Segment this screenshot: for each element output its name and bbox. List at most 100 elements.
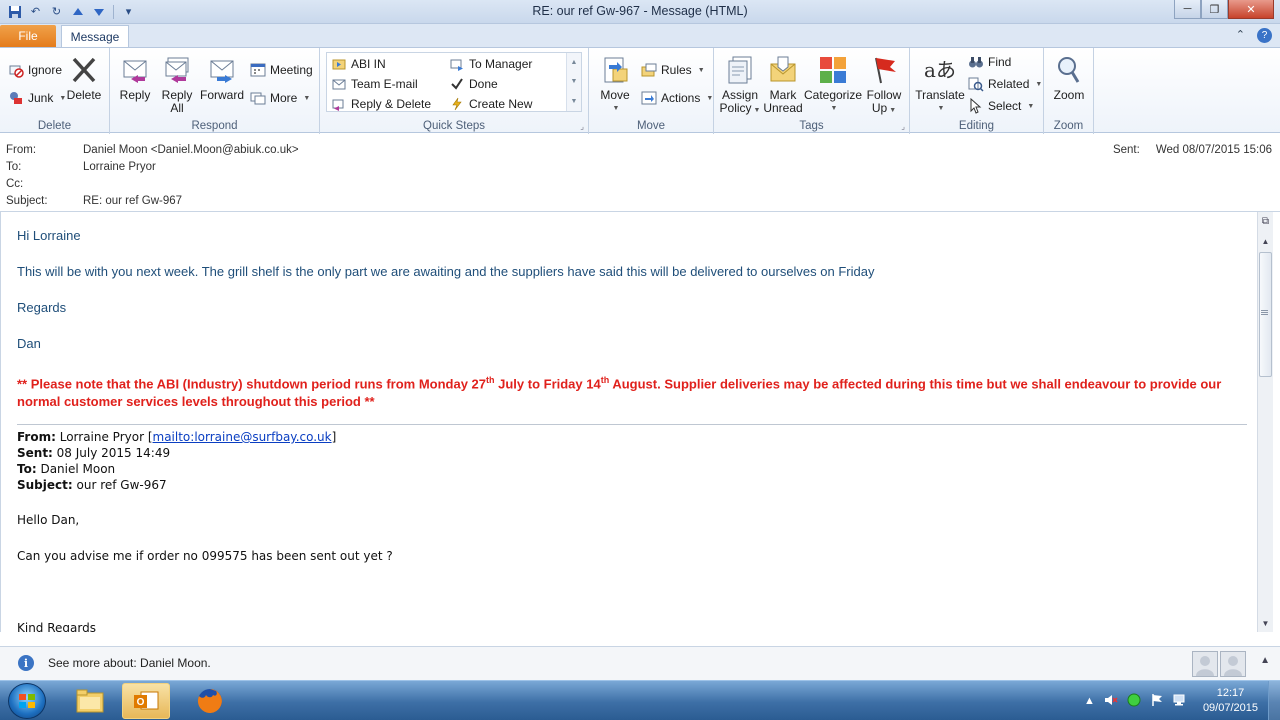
to-row: To: Lorraine Pryor: [6, 161, 156, 173]
meeting-button[interactable]: Meeting: [250, 62, 313, 78]
vertical-scrollbar[interactable]: ⧉ ▲ ▼: [1257, 212, 1273, 632]
to-value[interactable]: Lorraine Pryor: [83, 161, 156, 173]
ribbon: Ignore Junk ▼ Delete Delete Reply Reply …: [0, 47, 1280, 134]
quickstep-reply-delete-label: Reply & Delete: [351, 97, 432, 111]
reply-delete-icon: [331, 96, 347, 112]
quote-divider: [17, 424, 1247, 425]
junk-button[interactable]: Junk ▼: [8, 90, 66, 106]
minimize-ribbon-icon[interactable]: ⌃: [1236, 28, 1245, 43]
lightning-icon: [449, 96, 465, 112]
close-button[interactable]: ✕: [1228, 0, 1274, 19]
volume-muted-icon[interactable]: [1104, 693, 1118, 710]
related-button[interactable]: Related ▼: [968, 76, 1042, 92]
cursor-icon: [968, 98, 984, 114]
outlook-taskbar-button[interactable]: O: [122, 683, 170, 719]
select-button[interactable]: Select ▼: [968, 98, 1034, 114]
mailto-link[interactable]: mailto:lorraine@surfbay.co.uk: [153, 430, 332, 444]
actions-button[interactable]: Actions ▼: [641, 90, 713, 106]
people-pane-text[interactable]: See more about: Daniel Moon.: [48, 656, 211, 670]
ribbon-controls: ⌃ ?: [1236, 28, 1272, 43]
reply-all-button[interactable]: Reply All: [160, 54, 194, 115]
tab-file[interactable]: File: [0, 25, 56, 47]
delete-group: Ignore Junk ▼ Delete Delete: [0, 48, 110, 134]
ribbon-tabs: File Message ⌃ ?: [0, 24, 1280, 48]
assign-policy-button[interactable]: Assign Policy ▼: [718, 54, 762, 117]
translate-button[interactable]: aあ Translate ▼: [914, 54, 966, 115]
scroll-up-icon[interactable]: ▲: [571, 59, 578, 66]
zoom-button[interactable]: Zoom: [1052, 54, 1086, 102]
delete-group-label: Delete: [37, 120, 72, 132]
show-hidden-icons-icon[interactable]: ▲: [1084, 695, 1095, 707]
mark-unread-button[interactable]: Mark Unread: [762, 54, 804, 115]
notice-sup-1: th: [486, 375, 495, 385]
related-icon: [968, 76, 984, 92]
quickstep-to-manager[interactable]: To Manager: [449, 56, 532, 72]
from-row: From: Daniel Moon <Daniel.Moon@abiuk.co.…: [6, 144, 299, 156]
show-desktop-button[interactable]: [1268, 681, 1280, 720]
categorize-button[interactable]: Categorize ▼: [804, 54, 862, 115]
action-center-flag-icon[interactable]: [1150, 693, 1164, 710]
find-button[interactable]: Find: [968, 54, 1011, 70]
delete-button[interactable]: Delete: [66, 54, 102, 102]
avatar[interactable]: [1192, 651, 1218, 677]
minimize-button[interactable]: ─: [1174, 0, 1201, 19]
message-options-icon[interactable]: ⧉: [1258, 214, 1273, 229]
move-group-label: Move: [636, 120, 666, 132]
clock[interactable]: 12:17 09/07/2015: [1203, 686, 1258, 716]
notice-sup-2: th: [600, 375, 610, 385]
sent-row: Sent: Wed 08/07/2015 15:06: [1113, 144, 1272, 156]
dialog-launcher-icon[interactable]: ⌟: [901, 122, 905, 131]
maximize-button[interactable]: ❐: [1201, 0, 1228, 19]
title-bar: ↶ ↻ ▾ RE: our ref Gw-967 - Message (HTML…: [0, 0, 1280, 24]
quick-steps-scroll[interactable]: ▲ ▼ ▼: [566, 53, 581, 111]
from-value[interactable]: Daniel Moon <Daniel.Moon@abiuk.co.uk>: [83, 144, 299, 156]
tab-message[interactable]: Message: [61, 25, 129, 48]
scroll-up-arrow-icon[interactable]: ▲: [1258, 234, 1273, 249]
find-label: Find: [988, 55, 1012, 69]
status-green-icon[interactable]: [1127, 693, 1141, 710]
expand-people-pane-icon[interactable]: ▲: [1260, 655, 1270, 666]
scroll-down-icon[interactable]: ▼: [571, 78, 578, 85]
help-icon[interactable]: ?: [1257, 28, 1272, 43]
follow-up-label-2: Up: [871, 101, 888, 115]
quick-steps-gallery: ABI IN To Manager Team E-mail Done Reply…: [326, 52, 582, 112]
ignore-button[interactable]: Ignore: [8, 62, 62, 78]
reply-label: Reply: [119, 88, 151, 102]
regards: Regards: [17, 300, 67, 315]
dialog-launcher-icon[interactable]: ⌟: [580, 122, 584, 131]
quickstep-done[interactable]: Done: [449, 76, 498, 92]
scroll-thumb[interactable]: [1259, 252, 1272, 377]
start-button[interactable]: [8, 683, 46, 719]
greeting: Hi Lorraine: [17, 228, 81, 243]
windows-logo-icon: [19, 694, 35, 708]
assign-policy-label-2: Policy: [719, 101, 752, 115]
signature: Dan: [17, 336, 41, 351]
cc-row: Cc:: [6, 178, 83, 190]
quickstep-abi-in[interactable]: ABI IN: [331, 56, 386, 72]
chevron-down-icon: ▼: [830, 105, 838, 112]
avatar[interactable]: [1220, 651, 1246, 677]
more-button[interactable]: More ▼: [250, 90, 310, 106]
folder-icon: [76, 689, 104, 713]
explorer-taskbar-button[interactable]: [66, 683, 114, 719]
junk-label: Junk: [28, 91, 54, 105]
quickstep-team-email[interactable]: Team E-mail: [331, 76, 418, 92]
quickstep-create-new[interactable]: Create New: [449, 96, 532, 112]
network-icon[interactable]: [1173, 693, 1189, 710]
scroll-down-arrow-icon[interactable]: ▼: [1258, 616, 1273, 631]
quickstep-reply-delete[interactable]: Reply & Delete: [331, 96, 431, 112]
delete-icon: [68, 54, 100, 86]
from-label: From:: [6, 144, 37, 156]
cc-label: Cc:: [6, 178, 24, 190]
forward-icon: [206, 54, 238, 86]
firefox-taskbar-button[interactable]: [186, 683, 234, 719]
rules-button[interactable]: Rules ▼: [641, 62, 705, 78]
forward-button[interactable]: Forward: [200, 54, 244, 102]
follow-up-button[interactable]: Follow Up ▼: [864, 54, 904, 117]
quoted-from-label: From:: [17, 430, 56, 444]
firefox-icon: [197, 689, 222, 713]
select-label: Select: [988, 99, 1022, 113]
expand-gallery-icon[interactable]: ▼: [571, 98, 578, 105]
move-button[interactable]: Move ▼: [595, 54, 635, 115]
reply-button[interactable]: Reply: [118, 54, 152, 102]
